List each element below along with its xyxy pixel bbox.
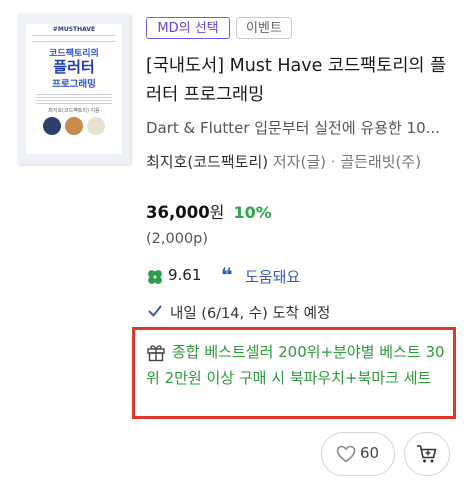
helpful-review-link[interactable]: 도움돼요: [245, 266, 300, 287]
cover-author: 최지호(코드팩토리) 지음: [48, 108, 100, 114]
separator: ·: [330, 153, 336, 171]
book-subtitle: Dart & Flutter 입문부터 실전에 유용한 10...: [146, 119, 440, 137]
event-badge: 이벤트: [236, 17, 292, 39]
price-amount: 36,000: [146, 203, 210, 222]
rating-score: 9.61: [168, 266, 202, 284]
discount-rate: 10%: [233, 203, 272, 222]
cover-title-line3: 프로그래밍: [52, 79, 96, 90]
clover-icon: [148, 270, 162, 284]
author-role: 저자(글): [272, 153, 326, 171]
author-publisher-line: 최지호(코드팩토리) 저자(글) · 골든래빗(주): [146, 151, 462, 172]
cover-circles: [26, 117, 122, 135]
delivery-estimate: 내일 (6/14, 수) 도착 예정: [170, 306, 331, 322]
book-cover-inner: #MUSTHAVE 코드팩토리의 플러터 프로그래밍 최지호(코드팩토리) 지음: [26, 24, 122, 154]
cover-title-line2: 플러터: [53, 58, 95, 76]
cover-tagline: [32, 35, 116, 42]
quote-icon: ❝: [221, 263, 233, 287]
cover-series-tag: #MUSTHAVE: [52, 26, 96, 33]
book-title[interactable]: [국내도서] Must Have 코드팩토리의 플러터 프로그래밍: [146, 52, 462, 110]
cover-circle: [87, 117, 105, 135]
heart-icon: [336, 445, 356, 463]
cover-circle: [43, 117, 61, 135]
publisher-name[interactable]: 골든래빗(주): [340, 153, 421, 171]
check-icon: [148, 305, 162, 317]
cover-circle: [65, 117, 83, 135]
like-button[interactable]: [321, 432, 395, 476]
reward-points: (2,000p): [146, 231, 209, 247]
cart-icon: [416, 445, 437, 463]
like-count: 60: [360, 444, 380, 462]
benefit-gift-text[interactable]: 종합 베스트셀러 200위+분야별 베스트 30위 2만원 이상 구매 시 북파…: [146, 339, 446, 391]
md-pick-badge: MD의 선택: [146, 17, 230, 39]
author-name[interactable]: 최지호(코드팩토리): [146, 153, 268, 171]
book-cover-image[interactable]: #MUSTHAVE 코드팩토리의 플러터 프로그래밍 최지호(코드팩토리) 지음: [18, 14, 130, 164]
price-unit: 원: [209, 203, 225, 222]
cover-description-lines: [36, 94, 112, 104]
price-line: 36,000원 10%: [146, 199, 272, 223]
